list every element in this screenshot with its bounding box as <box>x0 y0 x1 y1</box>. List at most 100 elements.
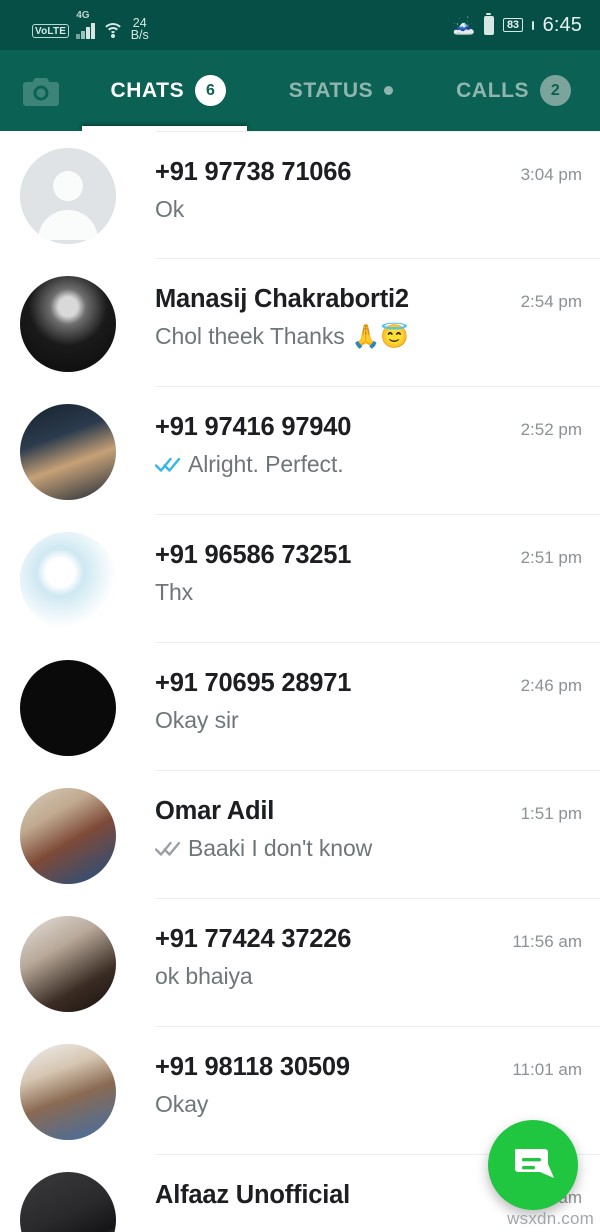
chat-preview-row: Thx <box>155 579 582 606</box>
tab-status-label: STATUS <box>288 78 374 102</box>
couple-photo-avatar[interactable] <box>20 404 116 500</box>
chat-preview-row: Okay sir <box>155 707 582 734</box>
chat-list-item[interactable]: +91 96586 73251 2:51 pm Thx <box>0 515 600 643</box>
chat-preview-row: ok bhaiya <box>155 963 582 990</box>
tab-status-badge-dot <box>384 86 394 95</box>
message-ticks-icon <box>155 841 181 856</box>
chat-list-item[interactable]: +91 97416 97940 2:52 pm Alright. Perfect. <box>0 387 600 515</box>
chat-item-body: +91 96586 73251 2:51 pm Thx <box>155 515 600 643</box>
chat-last-message: Ok <box>155 196 185 222</box>
battery-icon <box>484 12 495 35</box>
chat-preview-row: Alright. Perfect. <box>155 451 582 478</box>
chat-last-message: Chol theek Thanks <box>155 323 345 349</box>
chat-last-message: Alright. Perfect. <box>188 451 344 477</box>
chat-preview-row: Baaki I don't know <box>155 835 582 862</box>
app-bar: CHATS 6 STATUS CALLS 2 <box>0 50 600 131</box>
chat-item-header: +91 77424 37226 11:56 am <box>155 925 582 954</box>
whatsapp-chats-screen: VoLTE 4G 24 B/s 🗻 83 6:45 CHATS 6 STATUS… <box>0 0 600 1232</box>
tab-calls[interactable]: CALLS 2 <box>427 50 600 131</box>
chat-timestamp: 1:51 pm <box>520 804 582 823</box>
wifi-icon <box>101 21 124 39</box>
status-bar-left: VoLTE 4G 24 B/s <box>32 8 149 42</box>
chat-item-body: +91 70695 28971 2:46 pm Okay sir <box>155 643 600 771</box>
tab-list: CHATS 6 STATUS CALLS 2 <box>82 50 600 131</box>
status-bar-right: 🗻 83 6:45 <box>452 12 582 37</box>
chat-contact-name: +91 70695 28971 <box>155 669 352 697</box>
chat-contact-name: +91 97416 97940 <box>155 413 352 441</box>
new-chat-icon <box>515 1149 554 1178</box>
chat-item-header: +91 97416 97940 2:52 pm <box>155 413 582 442</box>
chat-item-header: +91 96586 73251 2:51 pm <box>155 541 582 570</box>
avatar-image <box>20 916 116 1012</box>
tab-chats[interactable]: CHATS 6 <box>82 50 255 131</box>
tab-chats-label: CHATS <box>110 78 185 102</box>
chat-list-item[interactable]: Omar Adil 1:51 pm Baaki I don't know <box>0 771 600 899</box>
chat-item-header: +91 70695 28971 2:46 pm <box>155 669 582 698</box>
chat-contact-name: Omar Adil <box>155 797 275 825</box>
black-logo-avatar[interactable] <box>20 660 116 756</box>
avatar-image <box>20 660 116 756</box>
new-chat-fab[interactable] <box>488 1120 578 1210</box>
chat-list-item[interactable]: Manasij Chakraborti2 2:54 pm Chol theek Th… <box>0 259 600 387</box>
network-type-label: 4G <box>76 10 90 21</box>
chat-timestamp: 2:54 pm <box>520 292 582 311</box>
chat-contact-name: +91 77424 37226 <box>155 925 352 953</box>
chat-item-body: +91 77424 37226 11:56 am ok bhaiya <box>155 899 600 1027</box>
portrait-bw-avatar[interactable] <box>20 276 116 372</box>
default-person-avatar[interactable] <box>20 148 116 244</box>
watermark: wsxdn.com <box>507 1209 594 1228</box>
tab-calls-badge: 2 <box>540 75 572 106</box>
chat-last-message: Okay sir <box>155 707 239 733</box>
chat-preview-row: Chol theek Thanks 🙏😇 <box>155 323 582 350</box>
network-speed-unit: B/s <box>130 28 149 42</box>
battery-percent-label: 83 <box>503 18 523 32</box>
chat-list-item[interactable]: +91 97738 71066 3:04 pm Ok <box>0 131 600 259</box>
tab-calls-label: CALLS <box>456 78 530 102</box>
status-bar-clock: 6:45 <box>542 13 582 36</box>
chat-contact-name: Alfaaz Unofficial <box>155 1181 350 1209</box>
chat-item-header: +91 97738 71066 3:04 pm <box>155 158 582 187</box>
chat-timestamp: 2:51 pm <box>520 548 582 567</box>
avatar-image <box>20 1172 116 1232</box>
message-ticks-icon <box>155 457 181 472</box>
bluetooth-icon: 🗻 <box>452 15 476 35</box>
volte-icon: VoLTE <box>32 24 70 38</box>
chat-item-body: +91 97416 97940 2:52 pm Alright. Perfect. <box>155 387 600 515</box>
dark-cap-avatar[interactable] <box>20 1172 116 1232</box>
chat-contact-name: +91 98118 30509 <box>155 1053 350 1081</box>
status-bar: VoLTE 4G 24 B/s 🗻 83 6:45 <box>0 0 600 50</box>
chat-list-item[interactable]: +91 70695 28971 2:46 pm Okay sir <box>0 643 600 771</box>
chat-list[interactable]: +91 97738 71066 3:04 pm Ok Manasij Chakrabo… <box>0 131 600 1232</box>
tab-status[interactable]: STATUS <box>255 50 428 131</box>
chat-timestamp: 2:46 pm <box>520 676 582 695</box>
chat-timestamp: 11:56 am <box>512 932 582 951</box>
signal-bars-icon: 4G <box>76 10 95 39</box>
chat-timestamp: 3:04 pm <box>520 165 582 184</box>
chat-last-message: ok bhaiya <box>155 963 253 989</box>
chat-item-header: Manasij Chakraborti2 2:54 pm <box>155 285 582 314</box>
chat-timestamp: 2:52 pm <box>520 420 582 439</box>
camera-icon <box>23 77 59 106</box>
chat-list-item[interactable]: +91 77424 37226 11:56 am ok bhaiya <box>0 899 600 1027</box>
avatar-image <box>20 404 116 500</box>
chat-preview-row: Okay <box>155 1091 582 1118</box>
deity-image-avatar[interactable] <box>20 532 116 628</box>
chat-contact-name: +91 96586 73251 <box>155 541 352 569</box>
avatar-image <box>20 1044 116 1140</box>
chat-preview-row: Ok <box>155 196 582 223</box>
message-emoji: 🙏😇 <box>351 323 409 349</box>
chat-item-body: Manasij Chakraborti2 2:54 pm Chol theek Th… <box>155 259 600 387</box>
battery-tail-icon <box>531 20 534 30</box>
chat-contact-name: +91 97738 71066 <box>155 158 352 186</box>
chat-item-header: Omar Adil 1:51 pm <box>155 797 582 826</box>
camera-tab-button[interactable] <box>0 76 82 106</box>
chat-contact-name: Manasij Chakraborti2 <box>155 285 409 313</box>
chat-item-body: Omar Adil 1:51 pm Baaki I don't know <box>155 771 600 899</box>
tab-chats-badge: 6 <box>195 75 227 106</box>
man-glasses-avatar[interactable] <box>20 1044 116 1140</box>
man-blue-shirt-avatar[interactable] <box>20 788 116 884</box>
chat-item-header: +91 98118 30509 11:01 am <box>155 1053 582 1082</box>
chat-last-message: Okay <box>155 1091 209 1117</box>
network-speed-indicator: 24 B/s <box>130 17 149 42</box>
man-dark-hair-avatar[interactable] <box>20 916 116 1012</box>
